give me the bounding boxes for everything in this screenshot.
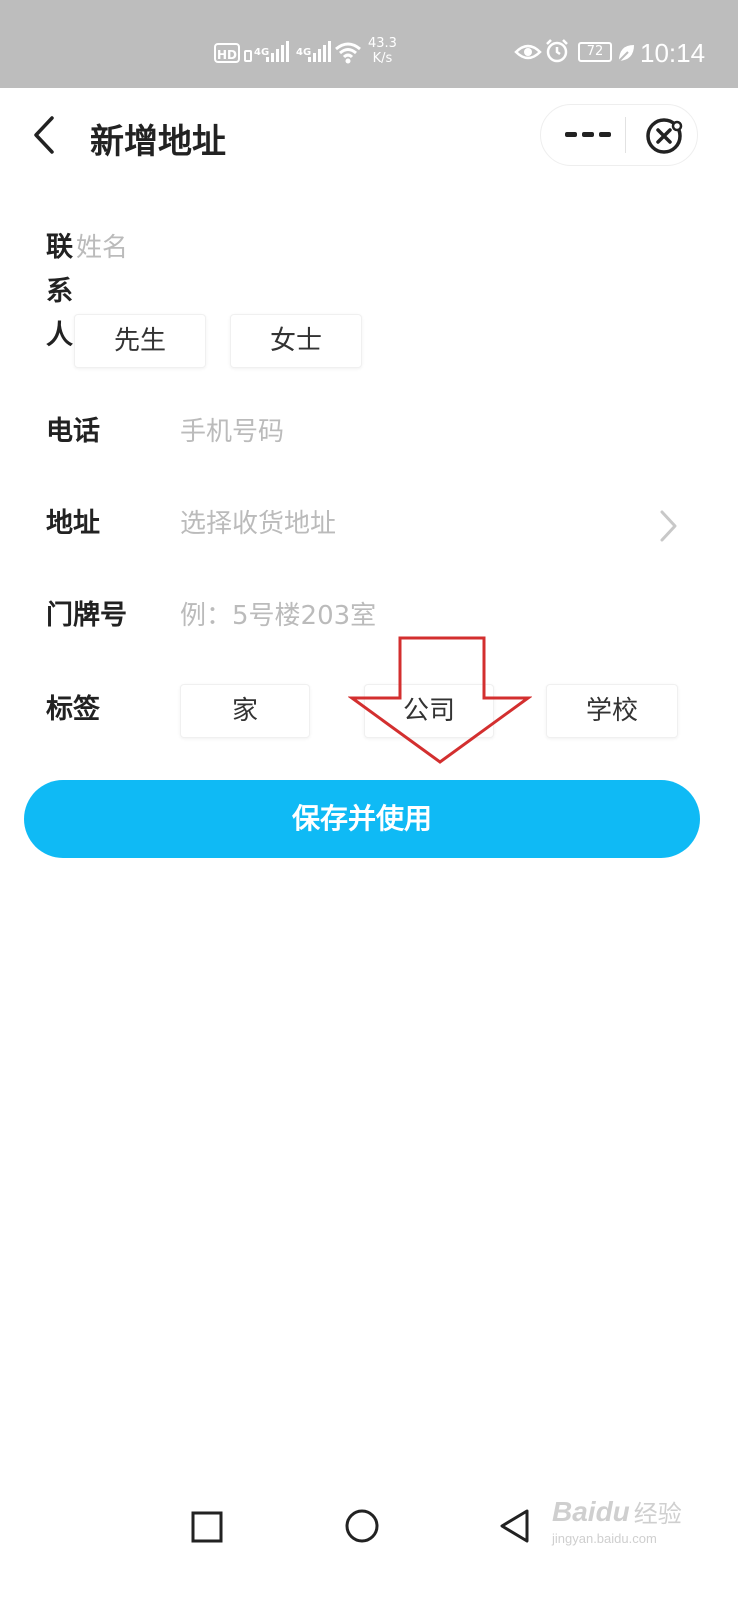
- contact-label-char-3: 人: [46, 320, 73, 351]
- tag-option-company[interactable]: 公司: [364, 684, 494, 738]
- alarm-icon: [546, 39, 568, 63]
- tag-option-home[interactable]: 家: [180, 684, 310, 738]
- back-nav-button[interactable]: [498, 1508, 532, 1544]
- door-number-input[interactable]: 例：5号楼203室: [180, 594, 660, 638]
- chevron-right-icon[interactable]: [656, 506, 680, 546]
- page-title: 新增地址: [90, 122, 226, 162]
- hd-badge: HD: [214, 43, 240, 63]
- address-selector[interactable]: 选择收货地址: [180, 502, 650, 546]
- tag-label: 标签: [46, 694, 100, 725]
- name-input[interactable]: 姓名: [76, 226, 636, 270]
- phone-label: 电话: [46, 416, 100, 447]
- back-button[interactable]: [26, 110, 66, 160]
- close-button[interactable]: [645, 117, 683, 155]
- contact-label-char-2: 系: [46, 276, 73, 307]
- home-button[interactable]: [344, 1508, 380, 1544]
- contact-label-char-1: 联: [46, 232, 73, 263]
- volte-icon: [244, 50, 252, 62]
- network-speed: 43.3 K/s: [368, 36, 397, 66]
- mini-program-capsule: [540, 104, 698, 166]
- clock: 10:14: [640, 38, 706, 68]
- leaf-icon: [618, 45, 634, 62]
- cell-signal-icon: [266, 41, 289, 62]
- network-speed-value: 43.3: [368, 36, 397, 51]
- battery-indicator: 72: [578, 42, 612, 62]
- cell-signal-icon-2: [308, 41, 331, 62]
- circle-icon: [345, 1509, 379, 1543]
- status-bar: HD 4G 4G 43.3 K/s 72 10:14: [0, 0, 738, 88]
- save-and-use-button[interactable]: 保存并使用: [24, 780, 700, 858]
- page-header: 新增地址: [0, 88, 738, 184]
- phone-input[interactable]: 手机号码: [180, 410, 660, 454]
- battery-level: 72: [586, 44, 604, 59]
- tag-option-school[interactable]: 学校: [546, 684, 678, 738]
- more-dots-icon: [565, 132, 611, 137]
- more-button[interactable]: [559, 121, 617, 149]
- address-label: 地址: [46, 508, 100, 539]
- gender-option-ms[interactable]: 女士: [230, 314, 362, 368]
- capsule-divider: [625, 117, 626, 153]
- watermark-brand: Baidu: [552, 1495, 630, 1527]
- eye-icon: [514, 44, 542, 60]
- watermark-suffix: 经验: [633, 1501, 682, 1528]
- watermark-site: jingyan.baidu.com: [552, 1531, 657, 1546]
- gender-option-mr[interactable]: 先生: [74, 314, 206, 368]
- square-icon: [191, 1511, 223, 1543]
- contact-label: 联 系 人: [46, 226, 76, 358]
- recent-apps-button[interactable]: [190, 1510, 224, 1544]
- wifi-icon: [335, 42, 361, 64]
- door-number-label: 门牌号: [46, 600, 127, 631]
- triangle-back-icon: [500, 1509, 529, 1543]
- baidu-watermark: Baidu 经验 jingyan.baidu.com: [552, 1494, 702, 1564]
- close-circle-icon: [646, 118, 683, 154]
- network-speed-unit: K/s: [372, 51, 393, 66]
